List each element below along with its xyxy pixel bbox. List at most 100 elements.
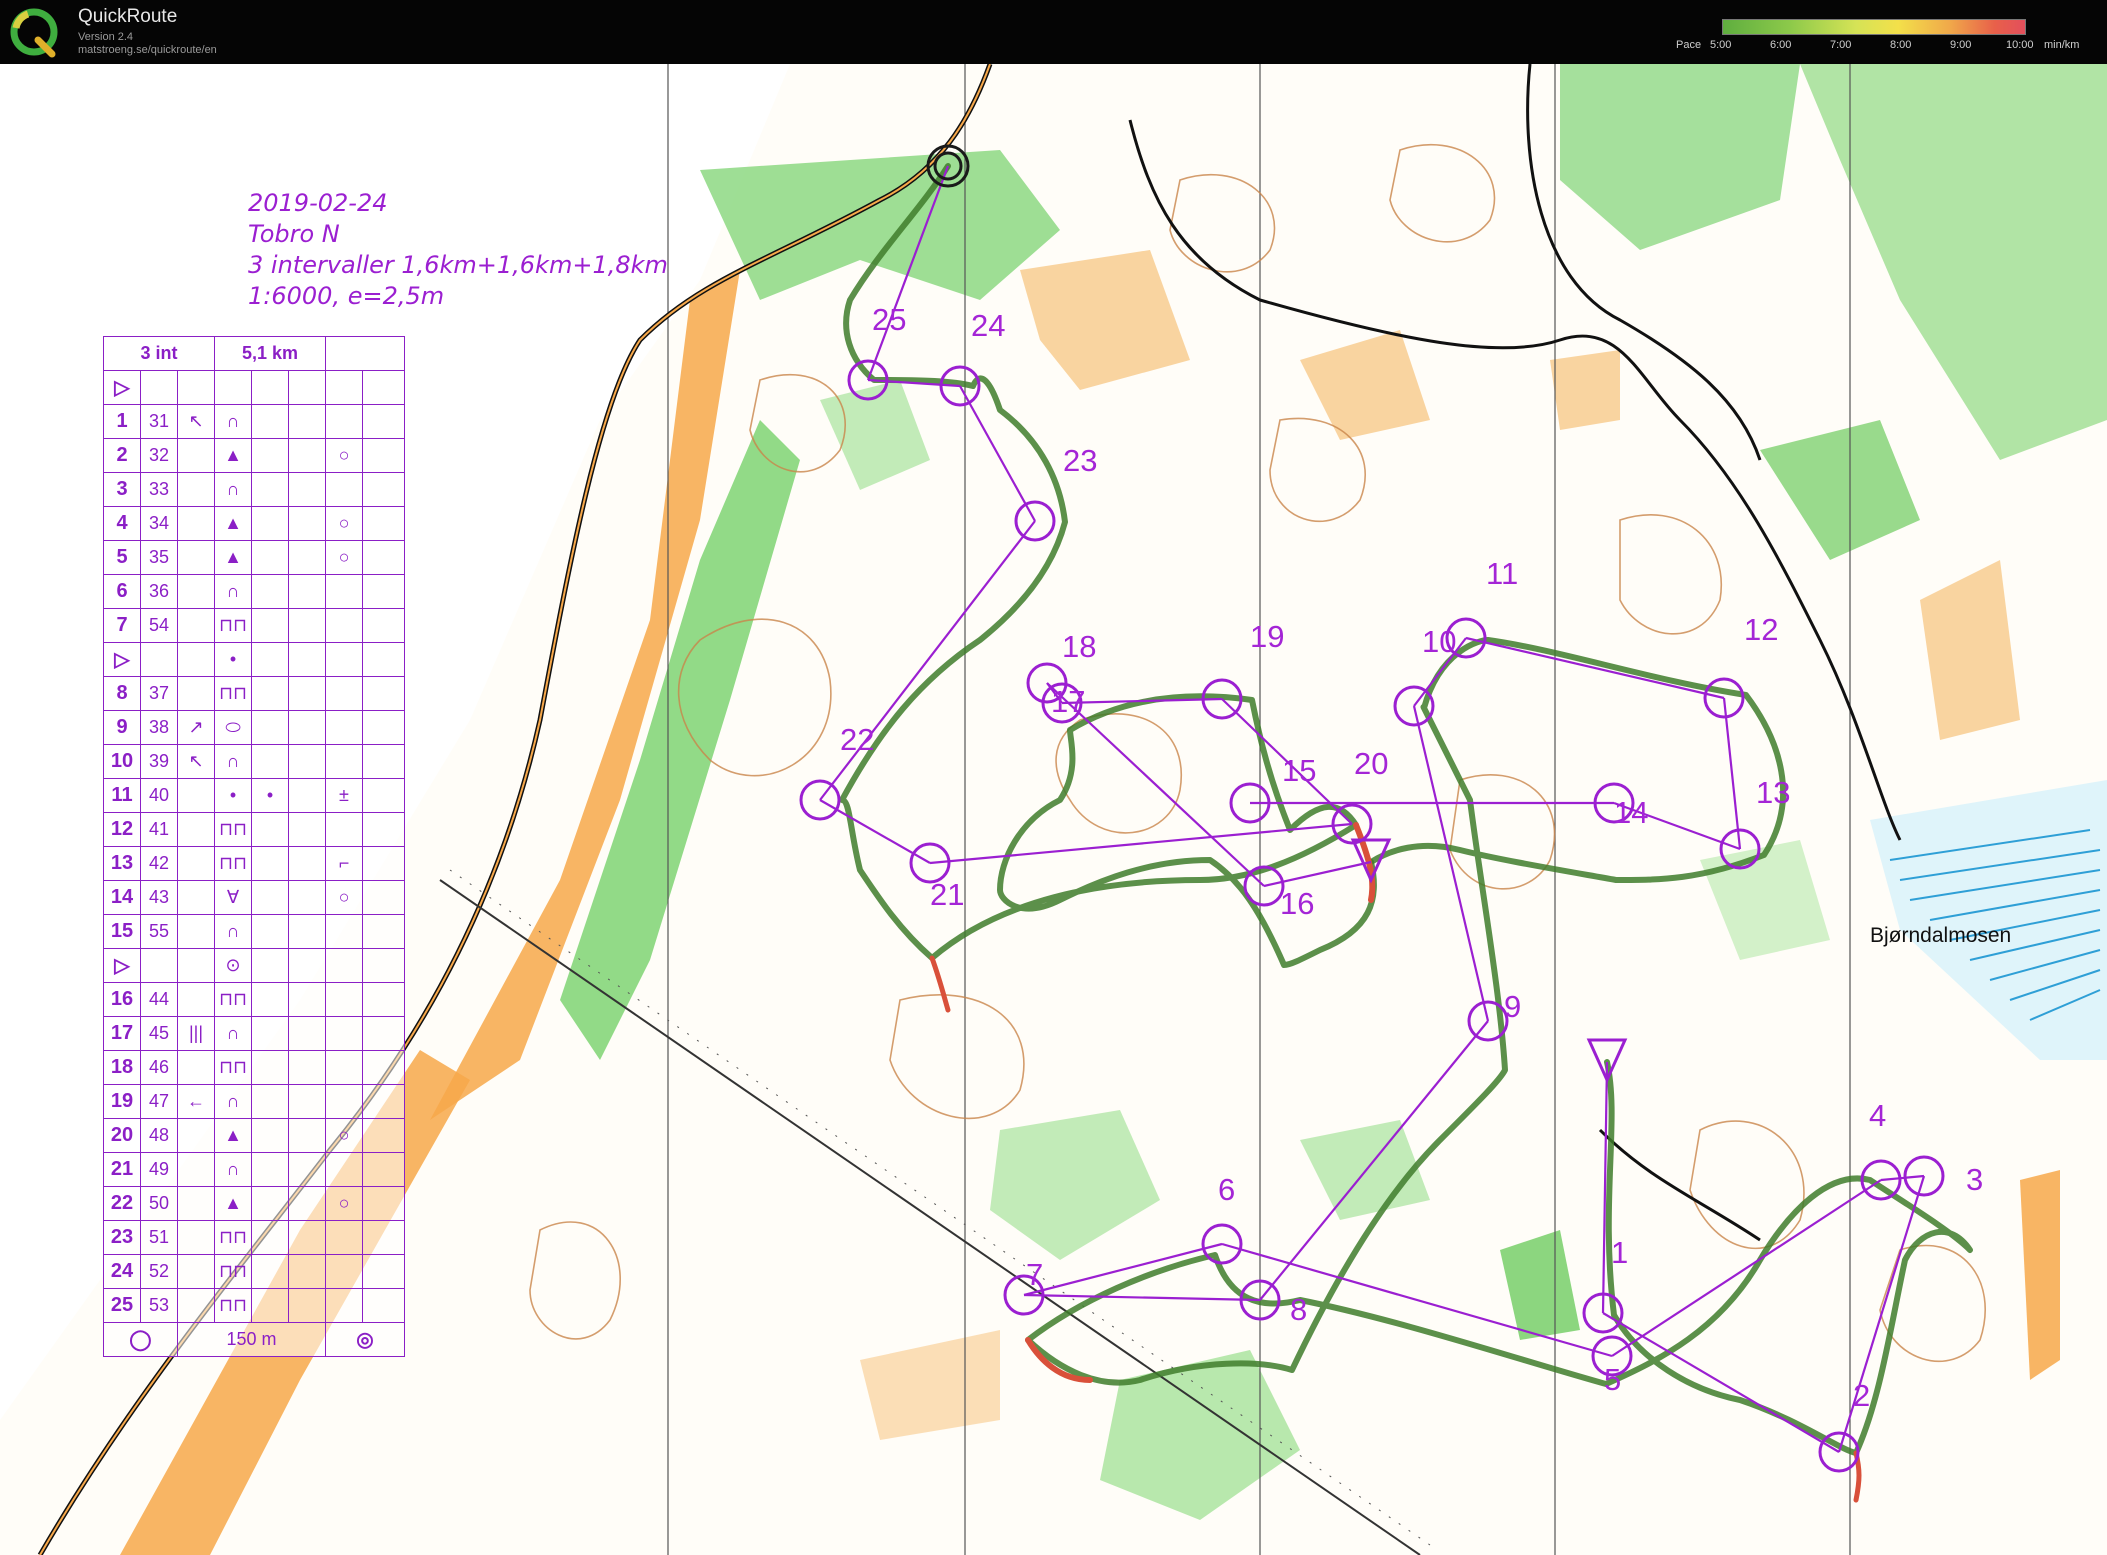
which-feature-cell [177,1118,215,1153]
other-cell [362,710,405,745]
empty-cell [140,370,178,405]
which-feature-cell [177,1220,215,1255]
control-number-label: 12 [1744,612,1779,647]
empty-cell [214,370,252,405]
appearance-cell [251,608,289,643]
description-start-row: ▷ [103,370,405,405]
control-number-cell: 6 [103,574,141,609]
orienteering-map[interactable]: 2019-02-24 Tobro N 3 intervaller 1,6km+1… [0,64,2107,1555]
appearance-cell [251,710,289,745]
feature-symbol-cell: ∩ [214,914,252,949]
dimension-cell [288,438,326,473]
description-row: 15 55 ∩ [103,914,405,949]
control-number-label: 23 [1063,443,1098,478]
which-feature-cell [177,1254,215,1289]
location-cell: ○ [325,438,363,473]
dimension-cell [288,642,326,677]
location-cell [325,472,363,507]
appearance-cell [251,982,289,1017]
control-code-cell: 42 [140,846,178,881]
feature-symbol-cell: ⊓⊓ [214,1254,252,1289]
other-cell [362,472,405,507]
which-feature-cell: ↖ [177,744,215,779]
feature-symbol-cell: ▲ [214,438,252,473]
control-number-cell: 14 [103,880,141,915]
description-row: 20 48 ▲ ○ [103,1118,405,1153]
location-cell [325,1152,363,1187]
description-row: 11 40 • • ± [103,778,405,813]
appearance-cell [251,812,289,847]
control-number-label: 11 [1486,556,1519,591]
feature-symbol-cell: ▲ [214,540,252,575]
description-row: 22 50 ▲ ○ [103,1186,405,1221]
description-row: 2 32 ▲ ○ [103,438,405,473]
description-row: 12 41 ⊓⊓ [103,812,405,847]
control-number-label: 7 [1026,1257,1044,1292]
appearance-cell [251,1220,289,1255]
description-row: 13 42 ⊓⊓ ⌐ [103,846,405,881]
feature-symbol-cell: ⊓⊓ [214,982,252,1017]
appearance-cell [251,404,289,439]
control-number-cell: 25 [103,1288,141,1323]
appearance-cell [251,948,289,983]
which-feature-cell [177,574,215,609]
which-feature-cell [177,438,215,473]
feature-symbol-cell: ▲ [214,1118,252,1153]
control-number-cell: 3 [103,472,141,507]
control-number-cell: 24 [103,1254,141,1289]
finish-symbol-icon: ◎ [325,1322,405,1357]
appearance-cell: • [251,778,289,813]
course-name-cell: 3 int [103,336,215,371]
control-code-cell: 35 [140,540,178,575]
app-url: matstroeng.se/quickroute/en [78,44,217,56]
dimension-cell [288,1254,326,1289]
control-code-cell: 40 [140,778,178,813]
dimension-cell [288,574,326,609]
control-number-cell: 8 [103,676,141,711]
pace-label: Pace [1676,39,1702,51]
empty-cell [325,336,405,371]
feature-symbol-cell: • [214,778,252,813]
other-cell [362,1016,405,1051]
description-row: 23 51 ⊓⊓ [103,1220,405,1255]
description-row: 19 47 ← ∩ [103,1084,405,1119]
feature-symbol-cell: ▲ [214,506,252,541]
location-cell: ± [325,778,363,813]
control-number-cell: 9 [103,710,141,745]
other-cell [362,574,405,609]
feature-symbol-cell: ⊓⊓ [214,812,252,847]
other-cell [362,1254,405,1289]
control-number-cell: 1 [103,404,141,439]
description-row: 7 54 ⊓⊓ [103,608,405,643]
control-number-cell: 13 [103,846,141,881]
control-number-label: 22 [840,722,875,757]
empty-cell [177,370,215,405]
dimension-cell [288,778,326,813]
other-cell [362,1288,405,1323]
location-cell [325,574,363,609]
other-cell [362,1050,405,1085]
which-feature-cell [177,812,215,847]
appearance-cell [251,1186,289,1221]
start-symbol-icon: ▷ [103,370,141,405]
place-name-label: Bjørndalmosen [1870,924,2012,947]
control-number-label: 19 [1250,619,1285,654]
control-number-label: 8 [1290,1292,1308,1327]
event-date: 2019-02-24 [248,189,388,217]
control-code-cell: 45 [140,1016,178,1051]
control-number-label: 20 [1354,746,1389,781]
dimension-cell [288,1152,326,1187]
control-number-cell: 10 [103,744,141,779]
dimension-cell [288,846,326,881]
location-cell: ○ [325,1118,363,1153]
event-name: Tobro N [248,220,340,248]
control-code-cell: 50 [140,1186,178,1221]
finish-distance-cell: 150 m [177,1322,326,1357]
control-number-cell: ▷ [103,948,141,983]
control-number-cell: 18 [103,1050,141,1085]
other-cell [362,948,405,983]
dimension-cell [288,880,326,915]
description-row: 10 39 ↖ ∩ [103,744,405,779]
location-cell [325,1050,363,1085]
dimension-cell [288,914,326,949]
